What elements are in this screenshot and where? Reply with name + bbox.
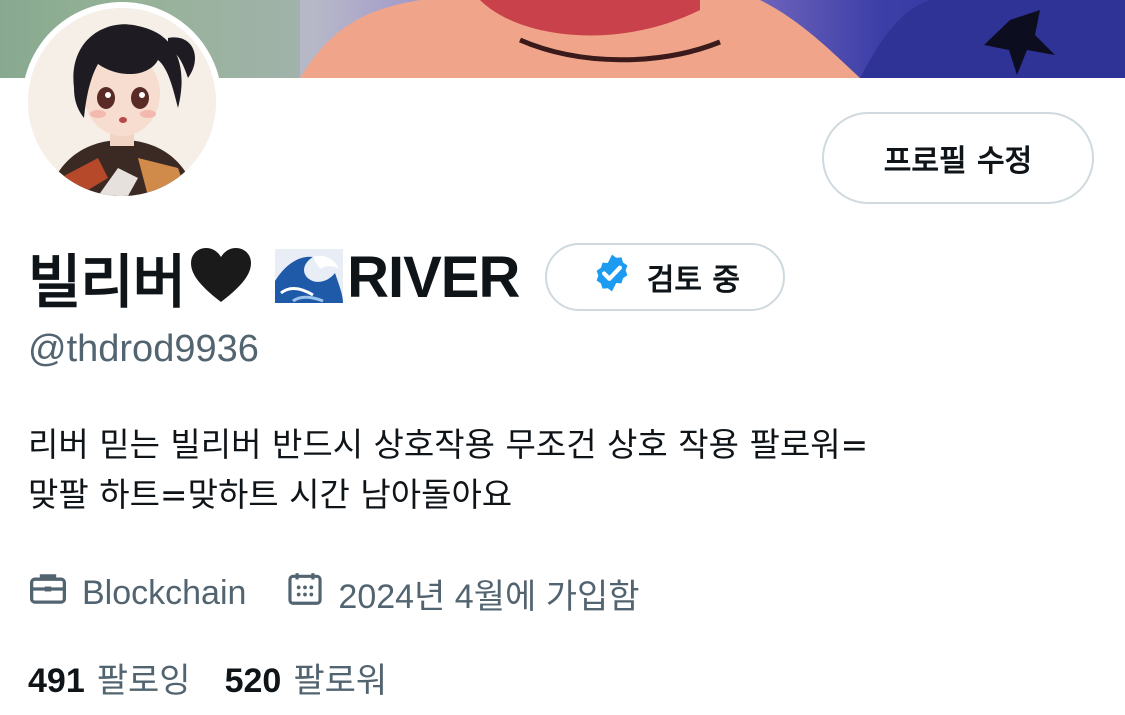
- category-label: Blockchain: [82, 573, 247, 612]
- verification-badge[interactable]: 검토 중: [545, 243, 786, 311]
- bio-line: 리버 믿는 빌리버 반드시 상호작용 무조건 상호 작용 팔로워=: [28, 425, 869, 464]
- edit-profile-button[interactable]: 프로필 수정: [822, 112, 1094, 204]
- follow-stats: 491 팔로잉 520 팔로워: [28, 652, 387, 702]
- user-handle: @thdrod9936: [28, 328, 259, 370]
- joined-date: 2024년 4월에 가입함: [338, 577, 640, 616]
- followers-label: 팔로워: [293, 661, 388, 700]
- following-link[interactable]: 491 팔로잉: [28, 653, 191, 702]
- display-name-suffix: RIVER: [347, 244, 520, 310]
- category-item: Blockchain: [28, 571, 246, 616]
- water-wave-icon: [273, 245, 345, 309]
- following-count: 491: [28, 661, 85, 700]
- verification-badge-label: 검토 중: [646, 263, 740, 298]
- bio-line: 맞팔 하트=맞하트 시간 남아돌아요: [28, 475, 513, 514]
- followers-link[interactable]: 520 팔로워: [225, 653, 388, 702]
- black-heart-icon: [189, 246, 253, 308]
- name-row: 빌리버 RIVER 검토 중: [28, 235, 786, 319]
- verified-check-icon: [591, 252, 633, 302]
- joined-item: 2024년 4월에 가입함: [286, 569, 640, 618]
- briefcase-icon: [28, 571, 68, 616]
- following-label: 팔로잉: [96, 661, 191, 700]
- followers-count: 520: [224, 661, 282, 700]
- calendar-icon: [286, 570, 324, 617]
- profile-meta: Blockchain 2024년 4월에 가입함: [28, 570, 640, 616]
- profile-avatar[interactable]: [22, 2, 222, 202]
- profile-bio: 리버 믿는 빌리버 반드시 상호작용 무조건 상호 작용 팔로워= 맞팔 하트=…: [28, 420, 1108, 520]
- avatar-image: [28, 8, 216, 196]
- display-name: 빌리버: [28, 235, 186, 319]
- display-name-text: 빌리버: [28, 250, 186, 315]
